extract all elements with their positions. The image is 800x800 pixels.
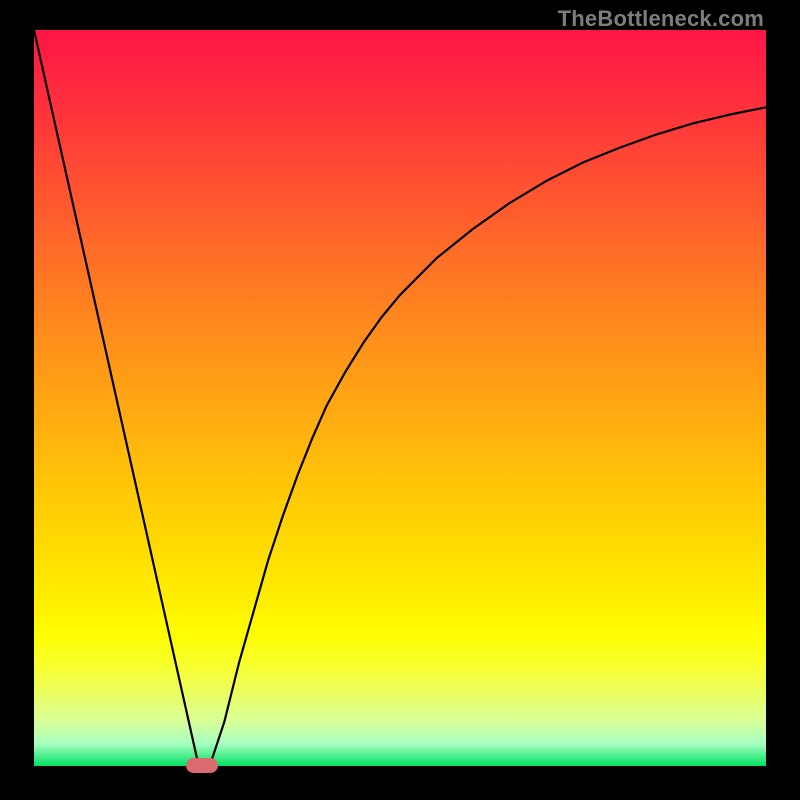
chart-frame: TheBottleneck.com	[0, 0, 800, 800]
plot-area	[34, 30, 766, 766]
watermark-text: TheBottleneck.com	[558, 6, 764, 32]
optimal-point-marker	[186, 758, 218, 773]
bottleneck-curve	[34, 30, 766, 766]
